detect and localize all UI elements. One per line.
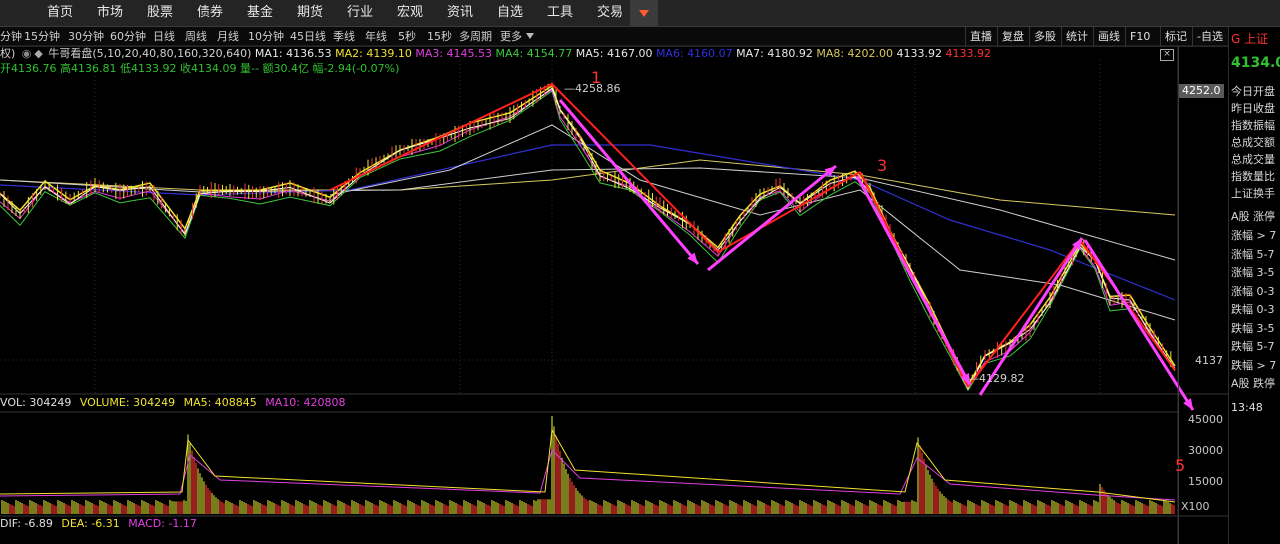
dea-value: DEA: -6.31	[61, 517, 120, 530]
vol-value: VOL: 304249	[0, 396, 72, 409]
annotation-1: 1	[591, 68, 602, 87]
low-marker: —4129.82	[968, 372, 1025, 385]
price-axis-label: 4137	[1195, 354, 1223, 367]
vol-ma10: MA10: 420808	[265, 396, 346, 409]
panel-row: 今日开盘	[1231, 85, 1275, 98]
vol-axis-label: 30000	[1188, 444, 1223, 457]
annotation-3: 3	[877, 156, 888, 175]
price-axis-tag: 4252.0	[1179, 84, 1224, 98]
trend-line	[967, 239, 1081, 388]
ma8-line	[0, 159, 1176, 216]
panel-price: 4134.0	[1231, 55, 1280, 71]
volume-header: VOL: 304249 VOLUME: 304249 MA5: 408845 M…	[0, 396, 346, 410]
trend-arrow	[707, 164, 837, 272]
panel-row: 跌幅 3-5	[1231, 321, 1275, 335]
panel-title[interactable]: G 上证	[1231, 30, 1268, 48]
vol-axis-unit: X100	[1181, 500, 1210, 513]
annotation-5: 5	[1175, 456, 1186, 475]
vol-axis-label: 45000	[1188, 413, 1223, 426]
panel-row: A股 跌停	[1231, 377, 1276, 390]
ma7-line	[0, 167, 1176, 261]
panel-row: A股 涨停	[1231, 210, 1276, 223]
trend-line	[717, 171, 861, 253]
vol-ma5-line	[0, 428, 1176, 503]
panel-row: 跌幅 5-7	[1231, 340, 1275, 353]
low-marker-value: 4129.82	[979, 372, 1025, 385]
panel-row: 13:48	[1231, 401, 1263, 414]
panel-row: 跌幅 0-3	[1231, 303, 1275, 316]
dif-value: DIF: -6.89	[0, 517, 53, 530]
vol-axis-label: 15000	[1188, 475, 1223, 488]
panel-title-text: 上证	[1244, 32, 1269, 46]
macd-header: DIF: -6.89 DEA: -6.31 MACD: -1.17	[0, 517, 197, 531]
panel-row: 上证换手	[1231, 187, 1275, 200]
panel-row: 昨日收盘	[1231, 102, 1275, 115]
panel-row: 指数量比	[1231, 170, 1275, 183]
panel-row: 涨幅 3-5	[1231, 266, 1275, 279]
panel-row: 总成交量	[1231, 153, 1275, 166]
price-axis	[1178, 46, 1229, 544]
trend-arrow	[855, 175, 972, 386]
panel-row: 涨幅 > 7	[1231, 229, 1277, 242]
panel-row: 指数振幅	[1231, 119, 1275, 132]
panel-title-prefix: G	[1231, 32, 1241, 46]
panel-row: 涨幅 0-3	[1231, 284, 1275, 298]
macd-value: MACD: -1.17	[128, 517, 197, 530]
trend-arrow	[1083, 239, 1195, 411]
panel-row: 涨幅 5-7	[1231, 247, 1275, 261]
volume-value: VOLUME: 304249	[79, 396, 176, 409]
quote-panel: G 上证 4134.0 今日开盘昨日收盘指数振幅总成交额总成交量指数量比上证换手…	[1228, 27, 1280, 544]
panel-row: 总成交额	[1231, 136, 1275, 149]
trend-arrow	[558, 99, 700, 265]
panel-row: 跌幅 > 7	[1231, 358, 1277, 372]
vol-ma5: MA5: 408845	[183, 396, 257, 409]
